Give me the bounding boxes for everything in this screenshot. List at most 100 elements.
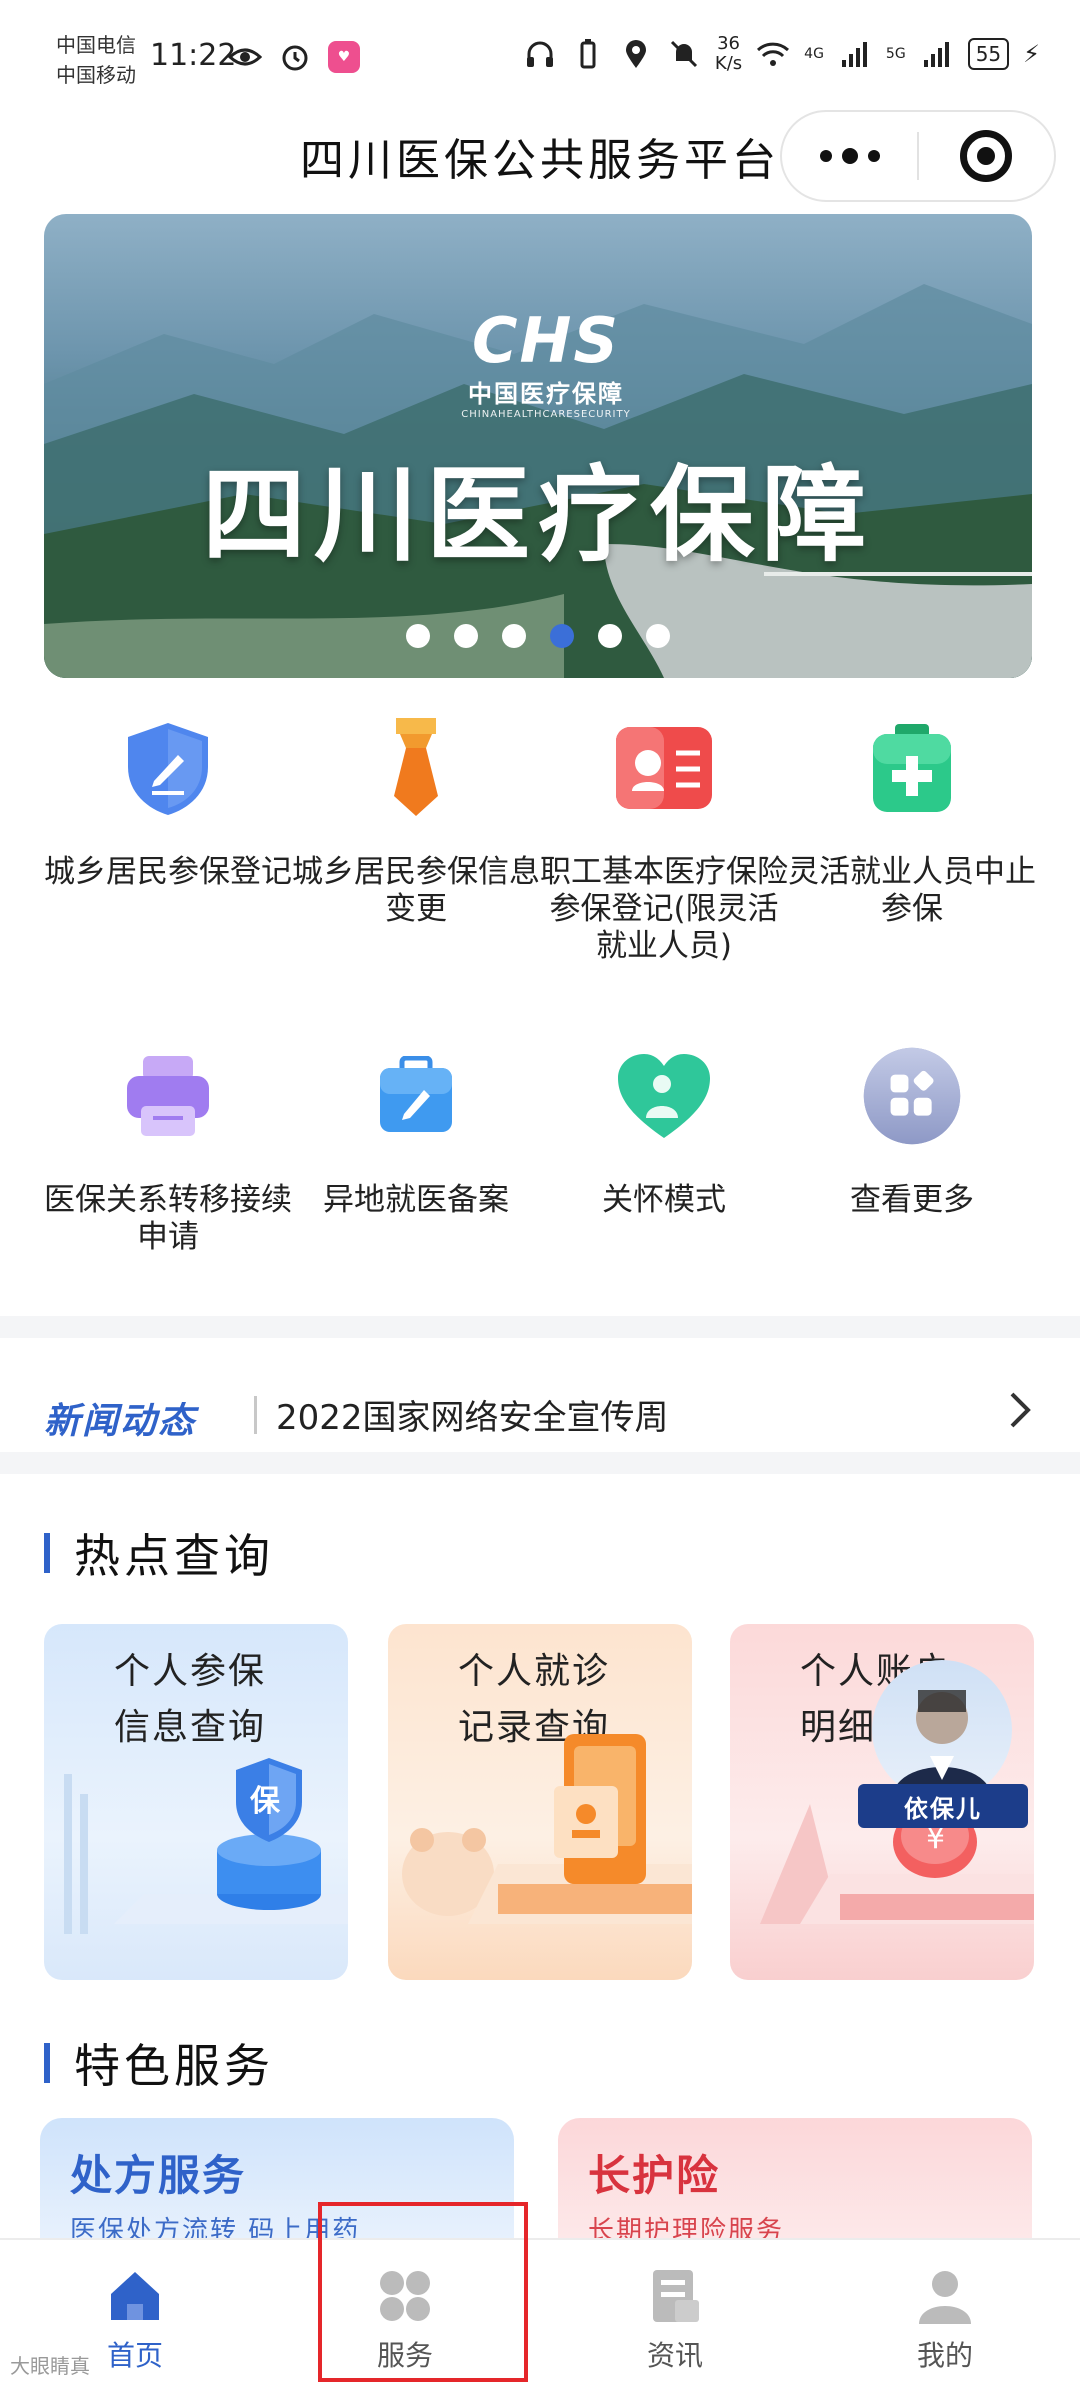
speed-unit: K/s [714, 53, 743, 74]
chs-logo-cn: 中国医疗保障 [468, 380, 624, 408]
more-options-button[interactable] [782, 112, 917, 200]
carousel-dot[interactable] [454, 624, 478, 648]
service-view-more[interactable]: 查看更多 [788, 1046, 1036, 1219]
medical-kit-icon [862, 718, 962, 818]
carrier-2: 中国移动 [56, 63, 136, 87]
section-divider [0, 1452, 1080, 1474]
service-care-mode[interactable]: 关怀模式 [540, 1046, 788, 1219]
headphones-icon [523, 37, 557, 71]
carousel-dot[interactable] [598, 624, 622, 648]
service-label: 关怀模式 [602, 1182, 726, 1218]
battery-saver-icon [571, 37, 605, 71]
highlight-annotation-box [318, 2202, 528, 2382]
speed-value: 36 [717, 33, 740, 54]
tab-profile[interactable]: 我的 [810, 2240, 1080, 2388]
mini-program-capsule [780, 110, 1056, 202]
user-icon [915, 2266, 975, 2326]
tab-label: 资讯 [646, 2339, 703, 2372]
app-notification-icon: ♥ [328, 41, 360, 73]
card-subtitle: 医保处方流转 码上用药 [70, 2216, 361, 2238]
chs-logo: CHS 中国医疗保障 CHINAHEALTHCARESECURITY [456, 304, 636, 421]
close-mini-program-button[interactable] [919, 112, 1054, 200]
record-illustration-icon [402, 1734, 692, 1924]
service-label: 异地就医备案 [323, 1182, 509, 1218]
status-icons-left: ♥ [228, 40, 360, 74]
news-headline[interactable]: 2022国家网络安全宣传周 [276, 1390, 669, 1439]
location-icon [619, 37, 653, 71]
alarm-icon [278, 40, 312, 74]
shield-illustration-icon [64, 1758, 348, 1934]
service-resident-registration[interactable]: 城乡居民参保登记 [44, 718, 292, 891]
news-separator [254, 1396, 257, 1434]
service-resident-info-change[interactable]: 城乡居民参保信息变更 [292, 718, 540, 928]
featured-services-header: 特色服务 [44, 2036, 274, 2093]
carousel-dot[interactable] [406, 624, 430, 648]
battery-level: 55 [967, 38, 1010, 70]
more-dot-icon [841, 148, 858, 164]
tab-news[interactable]: 资讯 [540, 2240, 810, 2388]
status-icons-right: 36 K/s 4G 5G 55 ⚡ [523, 34, 1040, 74]
card-personal-visit-records[interactable]: 个人就诊 记录查询 [388, 1624, 692, 1980]
assistant-name: 依保儿 [858, 1784, 1028, 1828]
navigation-bar: 四川医保公共服务平台 [0, 110, 1080, 210]
service-label: 医保关系转移接续申请 [44, 1182, 292, 1255]
service-label: 查看更多 [850, 1182, 974, 1218]
watermark: 大眼睛真 [10, 2354, 90, 2378]
tab-label: 我的 [916, 2339, 973, 2372]
bottom-tab-bar: 首页 服务 资讯 我的 [0, 2238, 1080, 2388]
card-subtitle: 长期护理险服务 [588, 2216, 785, 2238]
carrier-1: 中国电信 [56, 33, 136, 57]
target-icon [960, 130, 1013, 182]
service-remote-medical-filing[interactable]: 异地就医备案 [292, 1046, 540, 1219]
charging-icon: ⚡ [1023, 40, 1040, 68]
card-long-term-care[interactable]: 长护险 长期护理险服务 [558, 2118, 1032, 2238]
service-relation-transfer[interactable]: 医保关系转移接续申请 [44, 1046, 292, 1256]
network-type-2: 5G [885, 46, 906, 62]
carrier-labels: 中国电信 中国移动 [56, 30, 136, 90]
news-ticker[interactable]: 新闻动态 2022国家网络安全宣传周 [0, 1340, 1080, 1470]
assistant-avatar[interactable]: 依保儿 [858, 1660, 1028, 1850]
service-label: 城乡居民参保信息变更 [292, 854, 540, 927]
home-icon [105, 2266, 165, 2326]
carousel-dot[interactable] [646, 624, 670, 648]
insurance-badge-text: 保 [250, 1784, 280, 1819]
hot-query-header: 热点查询 [44, 1526, 274, 1583]
chs-logo-en: CHINAHEALTHCARESECURITY [461, 409, 631, 420]
more-dot-icon [867, 150, 880, 162]
section-title: 特色服务 [74, 2039, 274, 2093]
care-heart-icon [614, 1046, 714, 1146]
news-tag: 新闻动态 [44, 1401, 197, 1442]
carousel-dot-active[interactable] [550, 624, 574, 648]
service-flexible-employment-suspend[interactable]: 灵活就业人员中止参保 [788, 718, 1036, 928]
signal-icon-2 [920, 37, 954, 71]
mute-icon [667, 37, 701, 71]
carousel-dot[interactable] [502, 624, 526, 648]
tie-icon [366, 718, 466, 818]
card-title: 长护险 [588, 2151, 721, 2200]
clock: 11:22 [150, 38, 237, 73]
service-label: 灵活就业人员中止参保 [788, 854, 1036, 927]
document-icon [645, 2266, 705, 2326]
more-dot-icon [819, 150, 832, 162]
section-title: 热点查询 [74, 1529, 274, 1583]
more-grid-icon [862, 1046, 962, 1146]
section-accent-bar [44, 1533, 50, 1573]
briefcase-edit-icon [366, 1046, 466, 1146]
section-divider [0, 1316, 1080, 1338]
section-accent-bar [44, 2043, 50, 2083]
record-icon [614, 718, 714, 818]
card-title: 处方服务 [70, 2151, 247, 2200]
chs-logo-mark: CHS [471, 304, 621, 377]
eye-icon [228, 40, 262, 74]
service-label: 职工基本医疗保险参保登记(限灵活就业人员) [540, 854, 788, 964]
card-personal-insurance-info[interactable]: 个人参保 信息查询 保 [44, 1624, 348, 1980]
chevron-right-icon[interactable] [1000, 1390, 1040, 1430]
service-employee-insurance-registration[interactable]: 职工基本医疗保险参保登记(限灵活就业人员) [540, 718, 788, 965]
network-type-1: 4G [804, 46, 824, 62]
service-label: 城乡居民参保登记 [44, 854, 292, 890]
status-bar: 中国电信 中国移动 11:22 ♥ 36 K/s 4G 5G 55 ⚡ [0, 0, 1080, 110]
printer-icon [118, 1046, 218, 1146]
network-speed: 36 K/s [715, 34, 742, 74]
banner-carousel[interactable]: CHS 中国医疗保障 CHINAHEALTHCARESECURITY 四川医疗保… [44, 214, 1032, 678]
banner-title: 四川医疗保障 [201, 454, 874, 576]
